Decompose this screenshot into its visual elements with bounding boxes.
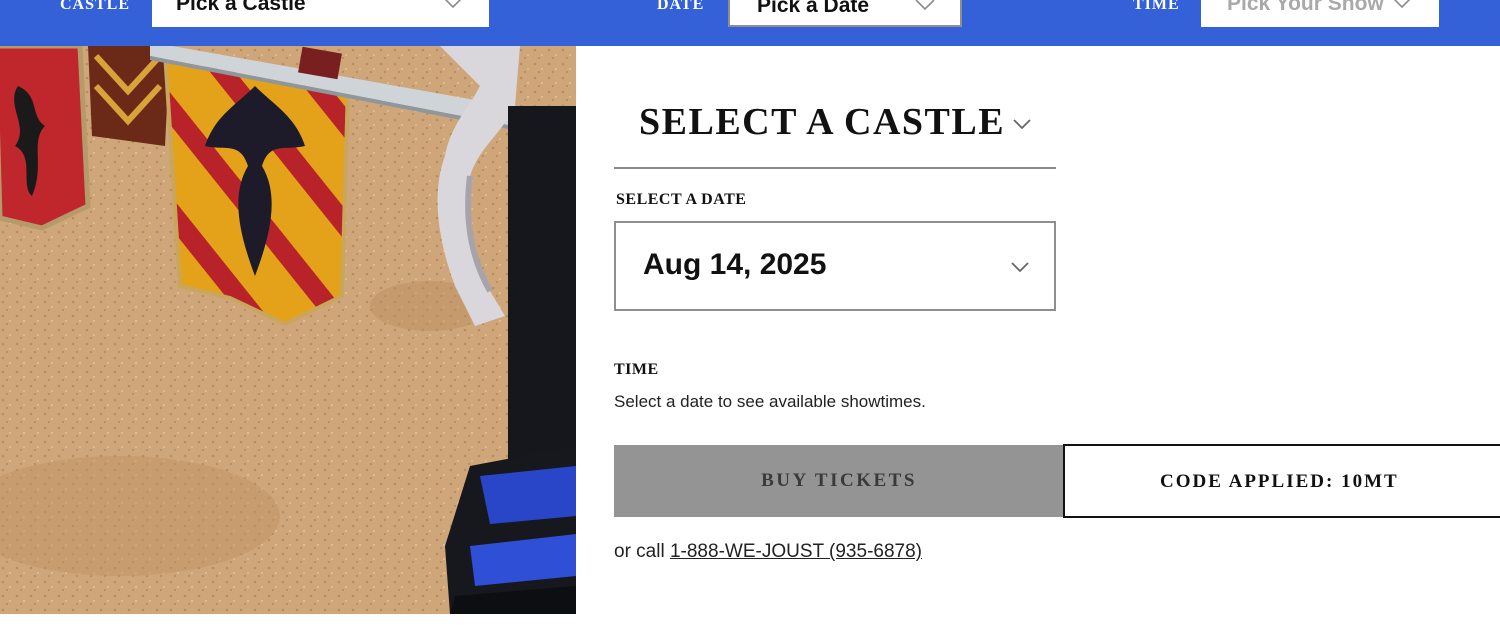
booking-top-bar: CASTLE Pick a Castle DATE Pick a Date TI… — [0, 0, 1500, 46]
select-date-label: SELECT A DATE — [616, 191, 747, 208]
time-select-placeholder: Pick Your Show — [1227, 0, 1384, 15]
showtimes-hint: Select a date to see available showtimes… — [614, 392, 926, 411]
promo-code-label: CODE APPLIED: 10MT — [1160, 471, 1399, 492]
phone-link[interactable]: 1-888-WE-JOUST (935-6878) — [670, 541, 922, 562]
promo-code-button[interactable]: CODE APPLIED: 10MT — [1063, 444, 1500, 518]
chevron-down-icon — [1011, 262, 1029, 273]
call-line: or call 1-888-WE-JOUST (935-6878) — [614, 541, 922, 563]
date-select[interactable]: Pick a Date — [728, 0, 962, 27]
buy-tickets-button[interactable]: BUY TICKETS — [614, 445, 1064, 517]
chevron-down-icon — [1393, 0, 1411, 9]
castle-select-value: Pick a Castle — [176, 0, 306, 15]
chevron-down-icon — [915, 0, 935, 11]
call-prefix: or call — [614, 541, 665, 562]
date-label: DATE — [657, 0, 705, 13]
time-label: TIME — [1133, 0, 1180, 13]
time-select[interactable]: Pick Your Show — [1201, 0, 1439, 27]
castle-select[interactable]: Pick a Castle — [152, 0, 489, 27]
date-select-value: Pick a Date — [757, 0, 870, 17]
date-picker-value: Aug 14, 2025 — [643, 248, 827, 281]
time-section-label: TIME — [614, 361, 659, 378]
chevron-down-icon — [444, 0, 462, 9]
heading-divider — [614, 167, 1056, 169]
castle-label: CASTLE — [60, 0, 131, 13]
date-picker-field[interactable]: Aug 14, 2025 — [614, 221, 1056, 311]
chevron-down-icon[interactable] — [1012, 118, 1032, 131]
jousting-arena-photo — [0, 46, 576, 614]
select-castle-heading[interactable]: SELECT A CASTLE — [639, 100, 1005, 144]
